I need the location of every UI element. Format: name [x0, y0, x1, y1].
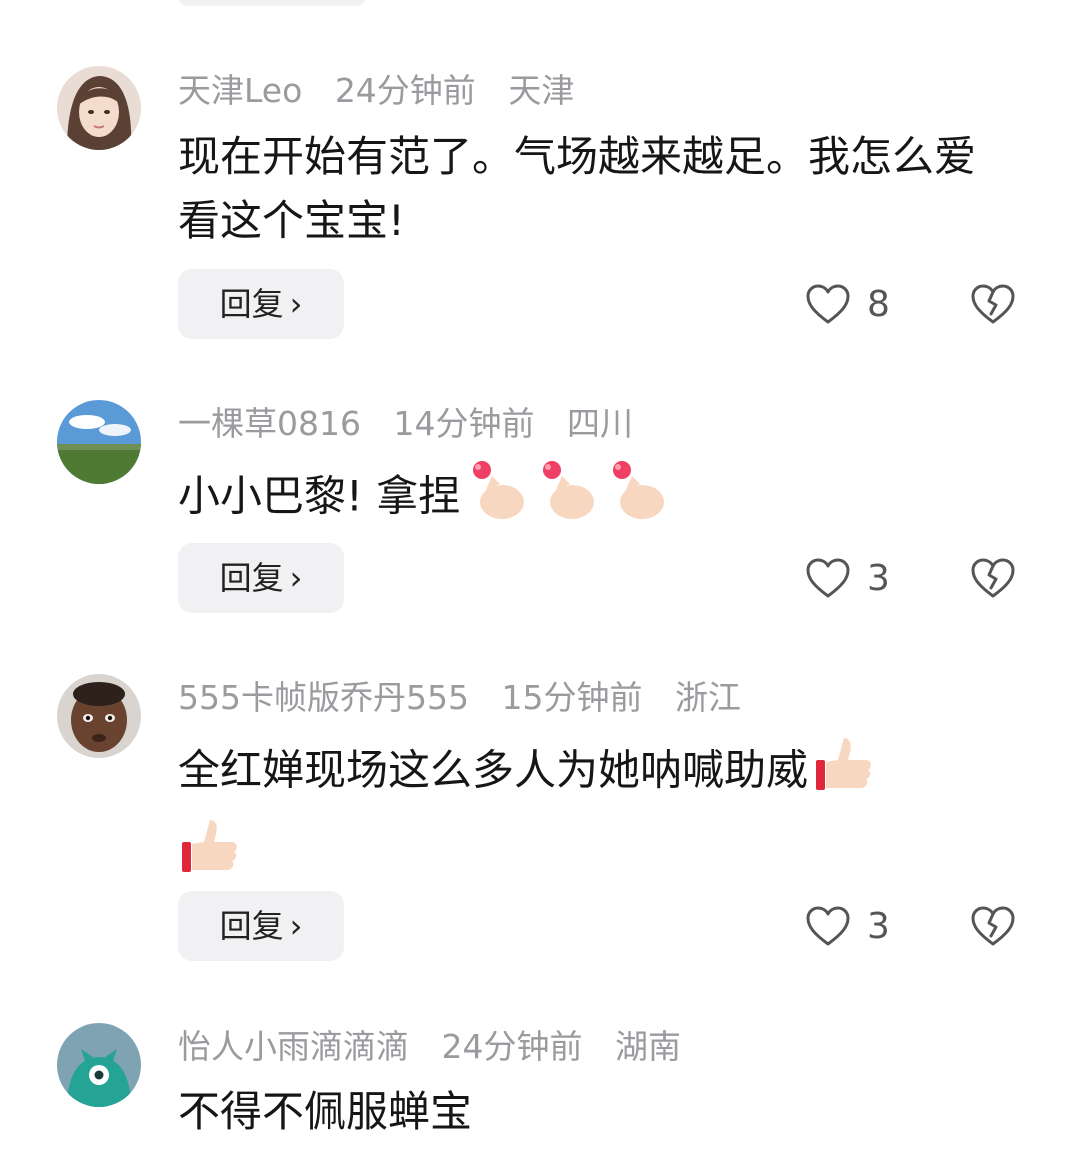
- comment-meta: 天津Leo 24分钟前 天津: [178, 69, 596, 113]
- avatar[interactable]: [57, 66, 141, 150]
- username[interactable]: 一棵草0816: [178, 404, 361, 443]
- thumbs-up-emoji: [812, 732, 876, 814]
- location: 湖南: [615, 1027, 681, 1066]
- comment-text-content: 全红婵现场这么多人为她呐喊助威: [178, 745, 809, 795]
- comment-text: 小小巴黎! 拿捏: [178, 458, 1008, 540]
- comment-meta: 怡人小雨滴滴滴 24分钟前 湖南: [178, 1025, 703, 1069]
- comment-text: 现在开始有范了。气场越来越足。我怎么爱看这个宝宝!: [178, 132, 977, 245]
- broken-heart-icon: [971, 558, 1015, 598]
- like-button[interactable]: 3: [805, 891, 890, 961]
- heart-outline-icon: [806, 906, 850, 946]
- location: 天津: [508, 71, 575, 110]
- broken-heart-icon: [971, 284, 1015, 324]
- location: 四川: [566, 404, 633, 443]
- comment-text: 不得不佩服蝉宝: [178, 1087, 473, 1136]
- finger-heart-emoji: [534, 458, 600, 540]
- avatar[interactable]: [57, 674, 141, 758]
- comment-text-content: 小小巴黎! 拿捏: [178, 471, 461, 521]
- timestamp: 24分钟前: [334, 71, 476, 110]
- username[interactable]: 怡人小雨滴滴滴: [178, 1027, 409, 1066]
- previous-reply-button[interactable]: [178, 0, 366, 6]
- avatar[interactable]: [57, 1023, 141, 1107]
- reply-button[interactable]: 回复 ›: [178, 891, 344, 961]
- chevron-right-icon: ›: [289, 907, 303, 945]
- reply-button[interactable]: 回复 ›: [178, 269, 344, 339]
- like-count: 3: [867, 557, 890, 599]
- like-count: 8: [867, 283, 890, 325]
- dislike-button[interactable]: [970, 543, 1018, 613]
- heart-outline-icon: [806, 284, 850, 324]
- reply-label: 回复: [219, 907, 284, 945]
- like-button[interactable]: 3: [805, 543, 890, 613]
- chevron-right-icon: ›: [289, 559, 303, 597]
- comment-meta: 555卡帧版乔丹555 15分钟前 浙江: [178, 676, 763, 720]
- dislike-button[interactable]: [970, 269, 1018, 339]
- like-button[interactable]: 8: [805, 269, 890, 339]
- timestamp: 15分钟前: [501, 678, 643, 717]
- reply-label: 回复: [219, 559, 284, 597]
- like-count: 3: [867, 905, 890, 947]
- comment-text: 全红婵现场这么多人为她呐喊助威: [178, 732, 1008, 896]
- reply-label: 回复: [219, 285, 284, 323]
- chevron-right-icon: ›: [289, 285, 303, 323]
- avatar[interactable]: [57, 400, 141, 484]
- timestamp: 24分钟前: [441, 1027, 583, 1066]
- username[interactable]: 天津Leo: [178, 71, 302, 110]
- reply-button[interactable]: 回复 ›: [178, 543, 344, 613]
- location: 浙江: [674, 678, 741, 717]
- username[interactable]: 555卡帧版乔丹555: [178, 678, 469, 717]
- comment-meta: 一棵草0816 14分钟前 四川: [178, 402, 655, 446]
- timestamp: 14分钟前: [393, 404, 535, 443]
- broken-heart-icon: [971, 906, 1015, 946]
- thumbs-up-emoji: [178, 814, 242, 896]
- dislike-button[interactable]: [970, 891, 1018, 961]
- finger-heart-emoji: [464, 458, 530, 540]
- finger-heart-emoji: [604, 458, 670, 540]
- heart-outline-icon: [806, 558, 850, 598]
